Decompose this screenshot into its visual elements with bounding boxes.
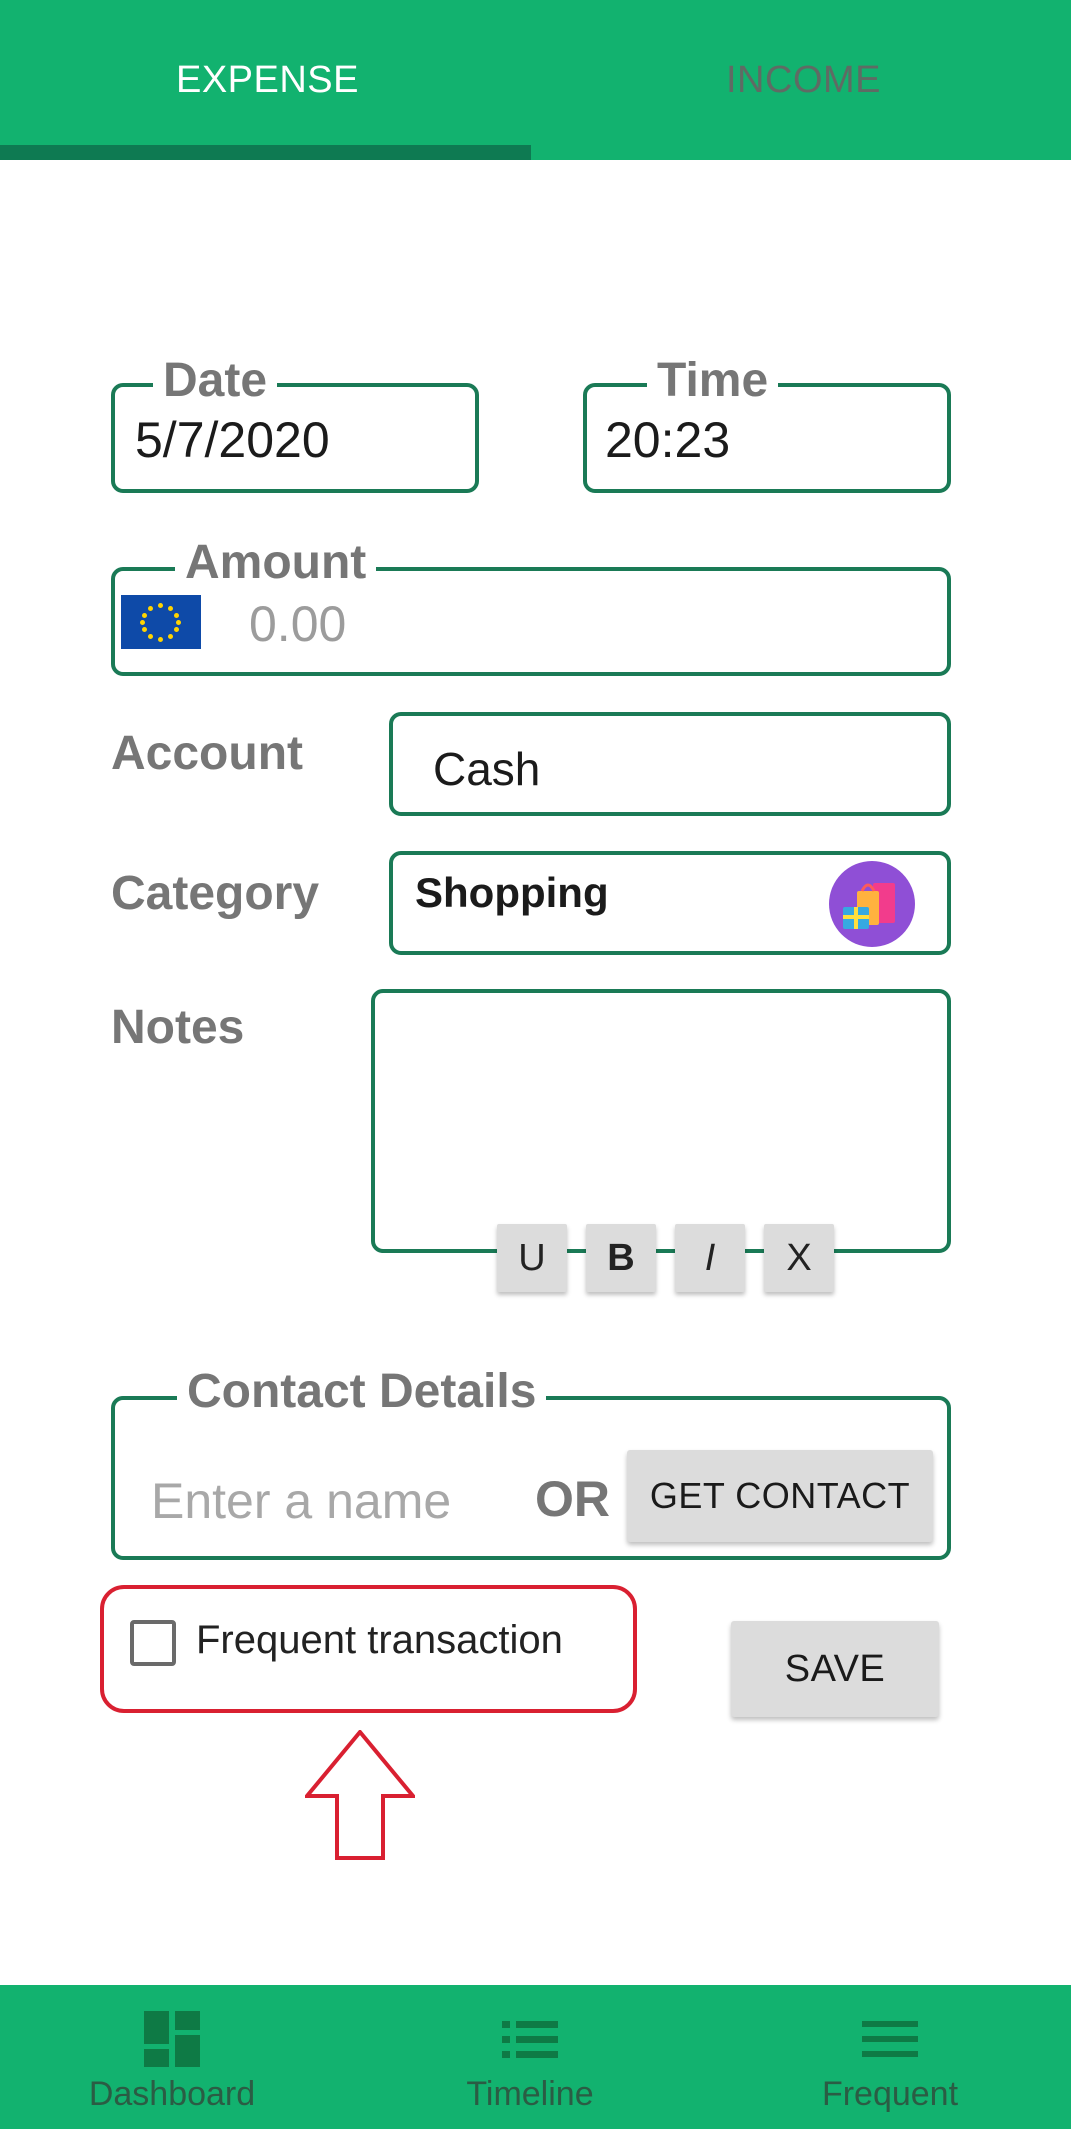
account-value: Cash: [433, 743, 541, 795]
eu-flag-icon[interactable]: [121, 595, 201, 649]
bold-button[interactable]: B: [586, 1224, 656, 1292]
tab-expense[interactable]: EXPENSE: [0, 0, 535, 160]
clear-format-button[interactable]: X: [764, 1224, 834, 1292]
account-label: Account: [111, 727, 303, 780]
nav-timeline-label: Timeline: [466, 2075, 594, 2113]
frequent-label[interactable]: Frequent transaction: [196, 1618, 563, 1663]
menu-icon: [862, 2021, 918, 2057]
date-value: 5/7/2020: [135, 412, 330, 468]
shopping-bags-icon: [829, 861, 915, 947]
save-button[interactable]: SAVE: [731, 1621, 939, 1717]
category-label: Category: [111, 867, 320, 920]
contact-name-input[interactable]: Enter a name: [151, 1472, 451, 1530]
get-contact-button[interactable]: GET CONTACT: [627, 1450, 933, 1542]
underline-button[interactable]: U: [497, 1224, 567, 1292]
annotation-up-arrow-icon: [305, 1730, 415, 1860]
frequent-checkbox[interactable]: [130, 1620, 176, 1666]
bottom-navigation: Dashboard Timeline Frequent: [0, 1985, 1071, 2129]
top-tab-bar: EXPENSE INCOME: [0, 0, 1071, 160]
dashboard-icon: [144, 2011, 200, 2067]
nav-timeline[interactable]: Timeline: [430, 1985, 630, 2129]
amount-label: Amount: [175, 537, 377, 589]
account-select[interactable]: Cash: [389, 712, 951, 816]
contact-details-legend: Contact Details: [177, 1366, 547, 1418]
category-select[interactable]: Shopping: [389, 851, 951, 955]
contact-details-group: Contact Details Enter a name OR GET CONT…: [111, 1366, 951, 1560]
nav-dashboard-label: Dashboard: [88, 2075, 256, 2113]
notes-label: Notes: [111, 1001, 245, 1054]
date-field[interactable]: Date 5/7/2020: [111, 355, 479, 493]
italic-button[interactable]: I: [675, 1224, 745, 1292]
time-value: 20:23: [605, 412, 731, 468]
nav-frequent[interactable]: Frequent: [790, 1985, 990, 2129]
amount-input[interactable]: 0.00: [249, 595, 346, 653]
category-value: Shopping: [415, 869, 609, 916]
tab-active-indicator: [0, 145, 531, 160]
nav-dashboard[interactable]: Dashboard: [72, 1985, 272, 2129]
time-field[interactable]: Time 20:23: [583, 355, 951, 493]
tab-income[interactable]: INCOME: [536, 0, 1071, 160]
amount-field[interactable]: Amount 0.00: [111, 537, 951, 676]
time-label: Time: [647, 355, 779, 407]
or-text: OR: [535, 1471, 610, 1527]
nav-frequent-label: Frequent: [821, 2075, 959, 2113]
date-label: Date: [153, 355, 278, 407]
notes-textarea[interactable]: [371, 989, 951, 1253]
list-icon: [502, 2021, 558, 2058]
